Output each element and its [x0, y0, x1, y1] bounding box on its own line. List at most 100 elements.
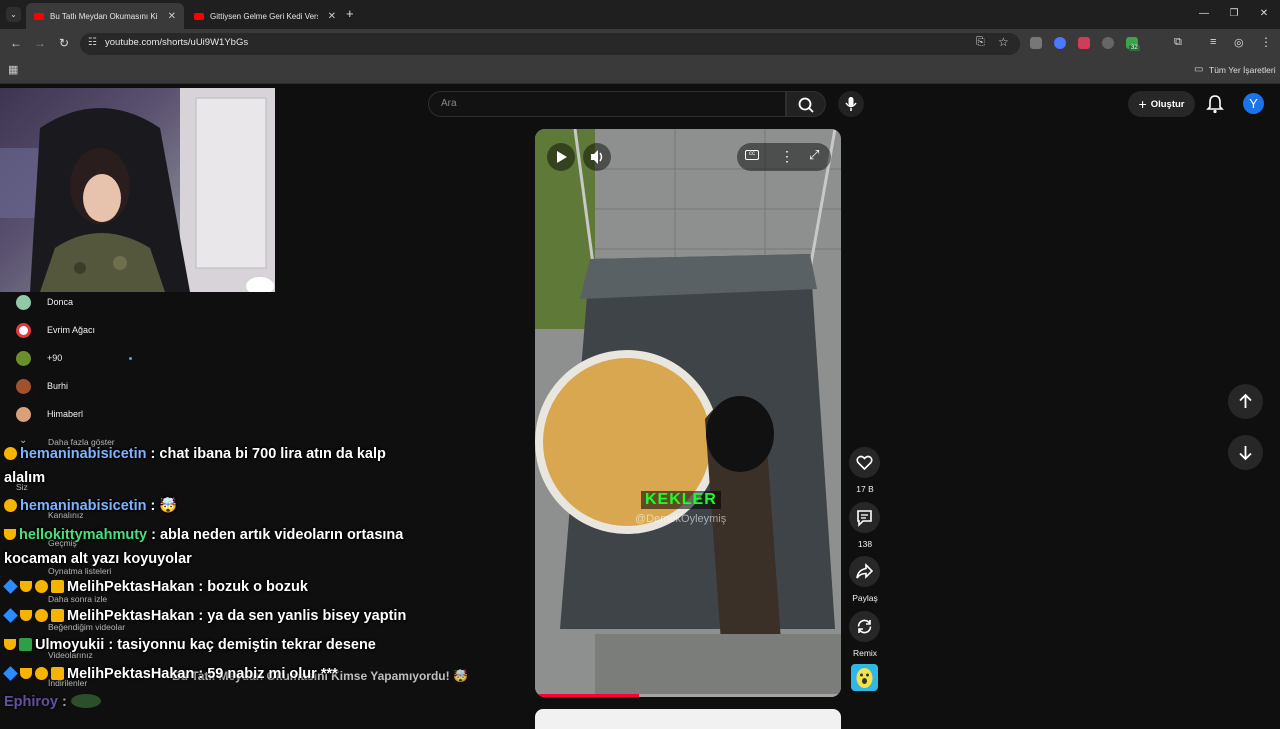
chat-text: : 59 nabiz mi olur *** [198, 666, 338, 682]
tab-title: Gittiysen Gelme Geri Kedi Versi [210, 11, 318, 21]
search-placeholder: Ara [441, 98, 457, 109]
video-frame [535, 129, 841, 697]
chat-username: MelihPektasHakan [67, 579, 195, 595]
channel-avatar [16, 406, 31, 422]
sound-thumbnail-art [856, 668, 873, 688]
chat-message: MelihPektasHakan : ya da sen yanlis bise… [3, 604, 407, 628]
chat-message-continued: alalım [4, 470, 46, 486]
extension-icon[interactable] [1054, 37, 1066, 49]
play-button[interactable] [547, 143, 575, 171]
close-tab-icon[interactable]: ✕ [328, 11, 336, 22]
live-dot-icon [129, 356, 132, 360]
sidebar-channel-burhi[interactable]: Burhi [16, 377, 68, 395]
url-text: youtube.com/shorts/uUi9W1YbGs [105, 37, 249, 48]
search-icon [798, 97, 814, 113]
sound-thumbnail[interactable] [851, 664, 878, 691]
notifications-button[interactable] [1205, 93, 1225, 115]
youtube-page: Ara + Oluştur Y Donca Evrim Ağacı +90 Bu… [0, 84, 1280, 729]
voice-search-button[interactable] [838, 91, 864, 117]
sidebar-channel-donca[interactable]: Donca [16, 293, 73, 311]
share-button[interactable] [849, 556, 880, 587]
chat-text: : abla neden artık videoların ortasına [151, 527, 404, 543]
more-options-icon[interactable]: ⋮ [780, 148, 794, 165]
chat-text: : bozuk o bozuk [198, 579, 308, 595]
next-short-button[interactable] [1228, 435, 1263, 470]
remix-button[interactable] [849, 611, 880, 642]
play-icon [557, 151, 567, 163]
chat-username: MelihPektasHakan [67, 608, 195, 624]
address-bar[interactable]: ☷ youtube.com/shorts/uUi9W1YbGs ⎘ ☆ [80, 33, 1020, 55]
sidebar-channel-himaberl[interactable]: Himaberl [16, 405, 83, 423]
browser-menu-icon[interactable]: ⋮ [1260, 35, 1272, 49]
back-icon[interactable]: ← [8, 35, 24, 51]
minimize-icon[interactable]: — [1196, 6, 1212, 22]
tab-inactive[interactable]: Gittiysen Gelme Geri Kedi Versi ✕ [186, 3, 344, 29]
reload-icon[interactable]: ↻ [56, 35, 72, 51]
mute-button[interactable] [583, 143, 611, 171]
banana-badge-icon [20, 581, 32, 592]
extension-icon[interactable] [1102, 37, 1114, 49]
all-bookmarks-label[interactable]: Tüm Yer İşaretleri [1209, 65, 1276, 75]
search-button[interactable] [786, 91, 826, 117]
moderator-badge-icon [35, 667, 48, 680]
like-button[interactable] [849, 447, 880, 478]
sidebar-channel-plus90[interactable]: +90 [16, 349, 132, 367]
tab-active[interactable]: Bu Tatlı Meydan Okumasını Kim ✕ [26, 3, 184, 29]
video-top-controls: cc ⋮ ⤢ [737, 143, 831, 171]
bookmark-star-icon[interactable]: ☆ [998, 35, 1009, 49]
share-icon [856, 563, 874, 579]
chat-text: : ya da sen yanlis bisey yaptin [198, 608, 407, 624]
gem-badge-icon [3, 608, 18, 623]
fullscreen-icon[interactable]: ⤢ [809, 147, 819, 163]
chat-message: hemaninabisicetin : 🤯 [4, 494, 177, 518]
video-progress-bar[interactable] [535, 694, 841, 697]
close-window-icon[interactable]: ✕ [1256, 6, 1272, 22]
apps-grid-icon[interactable]: ▦ [8, 63, 18, 76]
moderator-badge-icon [4, 499, 17, 512]
extension-icon[interactable] [1030, 37, 1042, 49]
install-app-icon[interactable]: ⎘ [976, 36, 985, 49]
restore-icon[interactable]: ❐ [1226, 6, 1242, 22]
shorts-video-player[interactable]: cc ⋮ ⤢ KEKLER @DemekOyleymiş [535, 129, 841, 697]
forward-icon[interactable]: → [32, 35, 48, 51]
banana-badge-icon [20, 610, 32, 621]
search-input[interactable]: Ara [428, 91, 786, 117]
new-tab-button[interactable]: + [346, 6, 354, 21]
channel-avatar [16, 378, 31, 394]
arrow-down-icon [1239, 446, 1252, 461]
channel-name: Himaberl [47, 409, 84, 419]
media-control-icon[interactable]: ≡ [1210, 36, 1216, 48]
webcam-scene [0, 88, 275, 292]
chat-username: MelihPektasHakan [67, 666, 195, 682]
crown-badge-icon [51, 609, 64, 622]
chat-text: : 🤯 [150, 498, 178, 514]
sidebar-channel-evrim-agaci[interactable]: Evrim Ağacı [16, 321, 95, 339]
profile-icon[interactable]: ◎ [1234, 36, 1244, 49]
comment-count: 138 [857, 539, 873, 549]
chat-username: Ephiroy [4, 694, 58, 710]
sub-badge-icon [19, 638, 32, 651]
chat-username: hemaninabisicetin [20, 446, 147, 462]
comments-button[interactable] [849, 502, 880, 533]
create-button[interactable]: + Oluştur [1128, 91, 1195, 117]
user-avatar[interactable]: Y [1243, 93, 1264, 114]
banana-badge-icon [4, 529, 16, 540]
chat-username: hellokittymahmuty [19, 527, 148, 543]
browser-tab-bar: ⌄ Bu Tatlı Meydan Okumasını Kim ✕ Gittiy… [0, 0, 1280, 29]
tab-search-button[interactable]: ⌄ [6, 7, 21, 22]
closed-captions-icon[interactable]: cc [745, 150, 759, 160]
site-info-icon[interactable]: ☷ [88, 37, 97, 48]
volume-icon [591, 150, 603, 164]
bookmarks-bar: ▦ ▭ Tüm Yer İşaretleri [0, 58, 1280, 84]
crown-badge-icon [51, 580, 64, 593]
gem-badge-icon [3, 666, 18, 681]
moderator-badge-icon [35, 580, 48, 593]
next-short-preview[interactable] [535, 709, 841, 729]
previous-short-button[interactable] [1228, 384, 1263, 419]
tab-title: Bu Tatlı Meydan Okumasını Kim [50, 11, 158, 21]
close-tab-icon[interactable]: ✕ [168, 11, 176, 22]
extension-icon[interactable] [1078, 37, 1090, 49]
chat-message: hemaninabisicetin : chat ibana bi 700 li… [4, 442, 386, 466]
extensions-puzzle-icon[interactable]: ⧉ [1174, 36, 1182, 49]
moderator-badge-icon [4, 447, 17, 460]
